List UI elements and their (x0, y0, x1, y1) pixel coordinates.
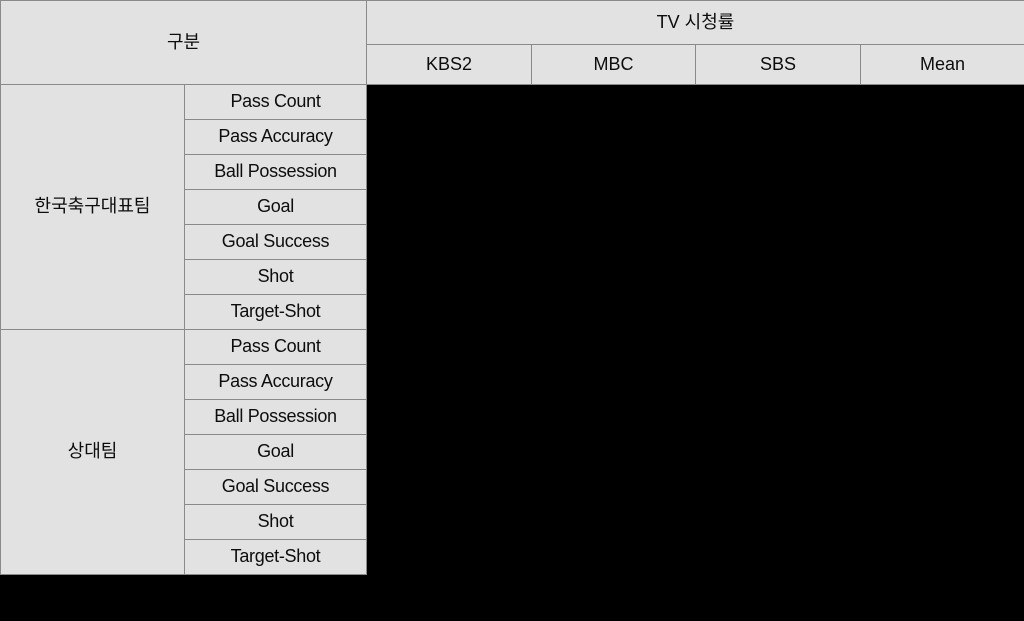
value-cell-kbs2 (366, 434, 532, 470)
value-cell-mean (860, 539, 1024, 575)
value-cell-mean (860, 119, 1024, 155)
metric-label-target-shot: Target-Shot (184, 539, 367, 575)
value-cell-mean (860, 329, 1024, 365)
header-cell-sbs: SBS (695, 44, 861, 85)
value-cell-mean (860, 399, 1024, 435)
metric-label-shot: Shot (184, 504, 367, 540)
table-row: 한국축구대표팀 Pass Count (0, 84, 1024, 330)
metric-label-target-shot: Target-Shot (184, 294, 367, 330)
value-cell-mean (860, 224, 1024, 260)
value-cell-mean (860, 84, 1024, 120)
value-cell-mean (860, 364, 1024, 400)
value-cell-sbs (695, 364, 861, 400)
value-cell-mbc (531, 84, 696, 120)
value-cell-mbc (531, 154, 696, 190)
metric-label-pass-count: Pass Count (184, 329, 367, 365)
value-cell-kbs2 (366, 399, 532, 435)
metric-label-pass-accuracy: Pass Accuracy (184, 364, 367, 400)
value-cell-mean (860, 259, 1024, 295)
value-cell-kbs2 (366, 119, 532, 155)
metric-label-goal: Goal (184, 434, 367, 470)
header-cell-tv-ratings-group: TV 시청률 (366, 0, 1024, 45)
metric-label-pass-accuracy: Pass Accuracy (184, 119, 367, 155)
table-row: 상대팀 Pass Count (0, 329, 1024, 575)
value-cell-kbs2 (366, 189, 532, 225)
value-cell-mbc (531, 329, 696, 365)
value-cell-kbs2 (366, 84, 532, 120)
value-cell-sbs (695, 189, 861, 225)
value-cell-sbs (695, 539, 861, 575)
metric-label-ball-possession: Ball Possession (184, 154, 367, 190)
value-cell-kbs2 (366, 154, 532, 190)
value-cell-kbs2 (366, 329, 532, 365)
value-cell-kbs2 (366, 469, 532, 505)
value-cell-sbs (695, 224, 861, 260)
value-cell-sbs (695, 399, 861, 435)
metric-label-goal-success: Goal Success (184, 224, 367, 260)
value-cell-mbc (531, 294, 696, 330)
value-cell-sbs (695, 154, 861, 190)
value-cell-mbc (531, 539, 696, 575)
group-label-opponent-team: 상대팀 (0, 329, 185, 575)
value-cell-mean (860, 154, 1024, 190)
value-cell-mbc (531, 259, 696, 295)
value-cell-mbc (531, 434, 696, 470)
header-cell-mbc: MBC (531, 44, 696, 85)
metric-label-pass-count: Pass Count (184, 84, 367, 120)
value-cell-mbc (531, 189, 696, 225)
value-cell-kbs2 (366, 294, 532, 330)
table-header-row-primary: 구분 TV 시청률 (0, 0, 1024, 85)
value-cell-mbc (531, 469, 696, 505)
value-cell-kbs2 (366, 364, 532, 400)
metric-label-goal: Goal (184, 189, 367, 225)
value-cell-mbc (531, 504, 696, 540)
metric-label-shot: Shot (184, 259, 367, 295)
header-cell-category: 구분 (0, 0, 367, 85)
value-cell-sbs (695, 329, 861, 365)
group-label-korea-national-team: 한국축구대표팀 (0, 84, 185, 330)
value-cell-mbc (531, 119, 696, 155)
statistics-table: 구분 TV 시청률 KBS2 MBC SBS Mean 한국축구대표팀 Pass… (0, 0, 1024, 575)
header-cell-mean: Mean (860, 44, 1024, 85)
value-cell-kbs2 (366, 224, 532, 260)
value-cell-mbc (531, 224, 696, 260)
value-cell-sbs (695, 434, 861, 470)
value-cell-kbs2 (366, 504, 532, 540)
value-cell-mbc (531, 364, 696, 400)
value-cell-mean (860, 294, 1024, 330)
value-cell-sbs (695, 294, 861, 330)
value-cell-sbs (695, 84, 861, 120)
page-root: 구분 TV 시청률 KBS2 MBC SBS Mean 한국축구대표팀 Pass… (0, 0, 1024, 621)
value-cell-mbc (531, 399, 696, 435)
value-cell-sbs (695, 259, 861, 295)
metric-label-ball-possession: Ball Possession (184, 399, 367, 435)
value-cell-mean (860, 189, 1024, 225)
value-cell-sbs (695, 469, 861, 505)
value-cell-kbs2 (366, 259, 532, 295)
value-cell-mean (860, 504, 1024, 540)
value-cell-kbs2 (366, 539, 532, 575)
metric-label-goal-success: Goal Success (184, 469, 367, 505)
value-cell-mean (860, 469, 1024, 505)
value-cell-sbs (695, 119, 861, 155)
header-cell-kbs2: KBS2 (366, 44, 532, 85)
value-cell-sbs (695, 504, 861, 540)
value-cell-mean (860, 434, 1024, 470)
